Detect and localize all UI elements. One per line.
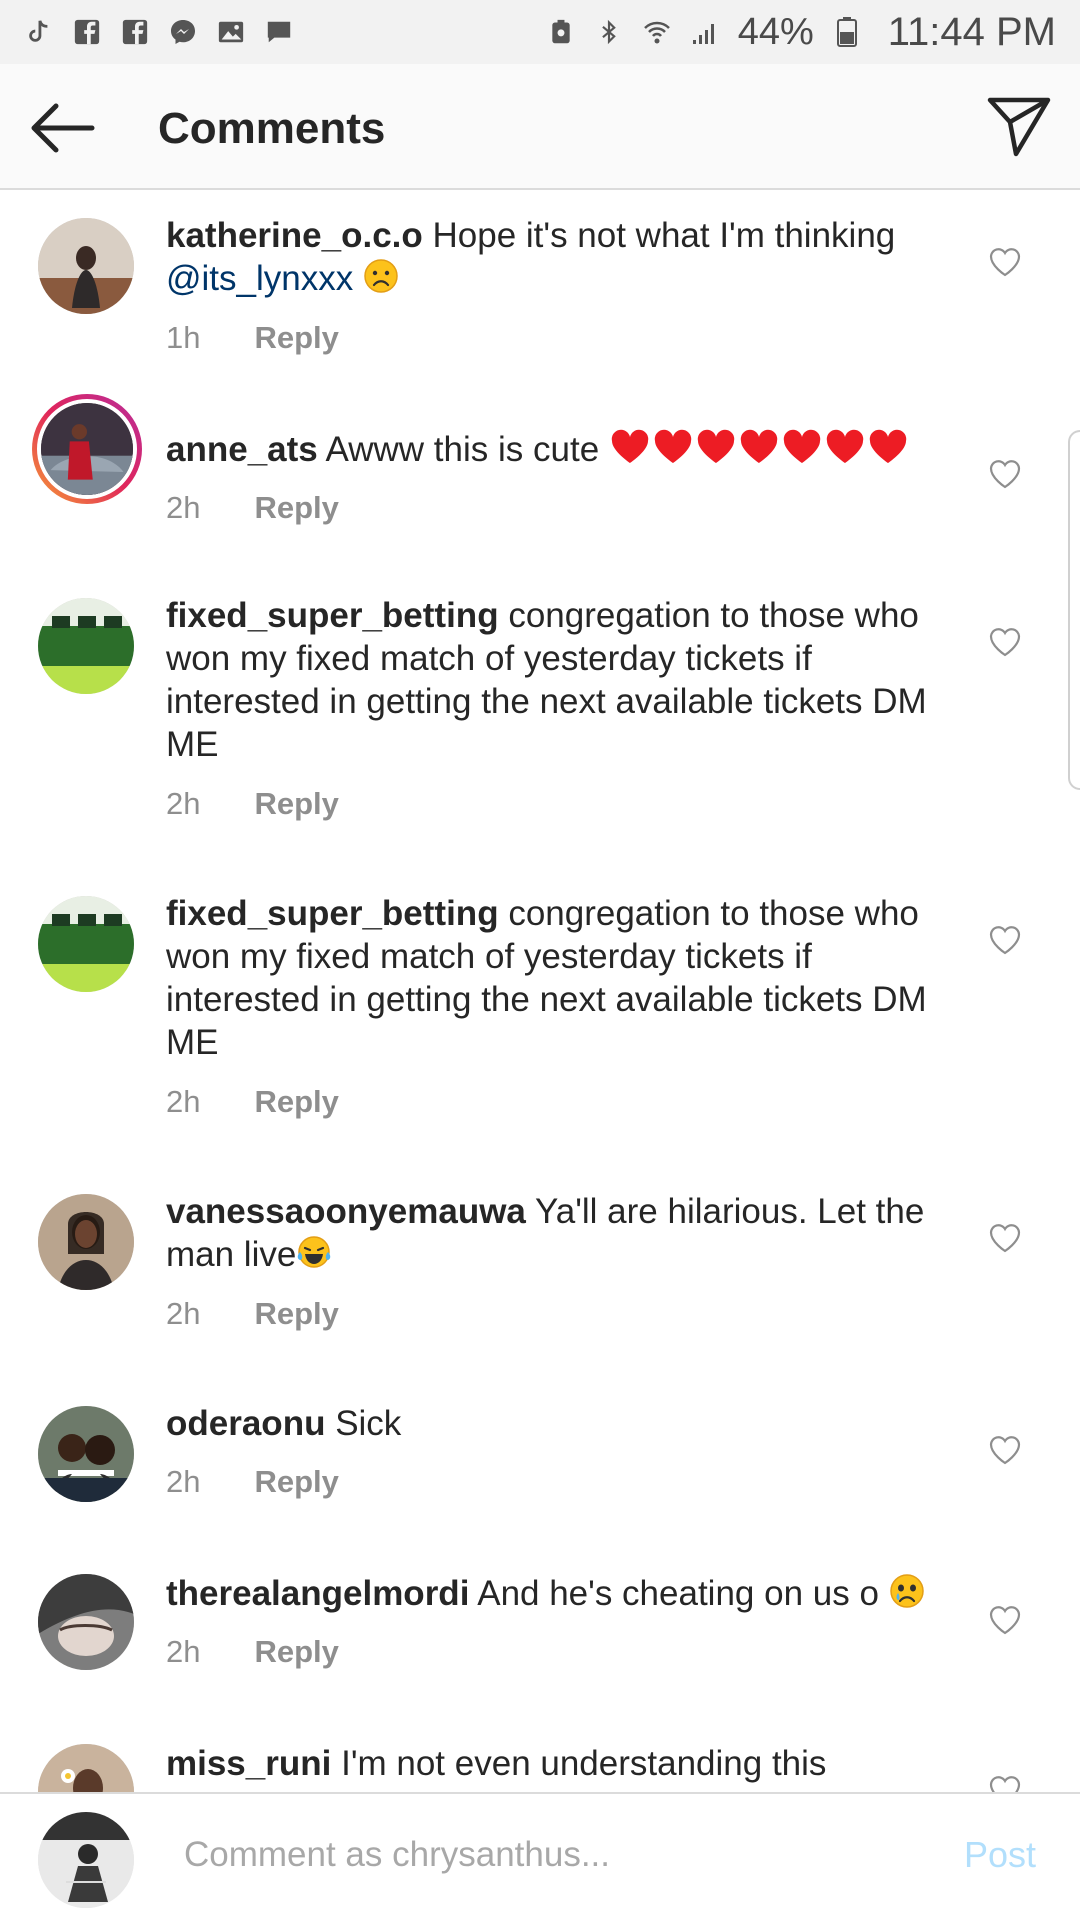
comment-username[interactable]: miss_runi bbox=[166, 1744, 331, 1783]
heart-icon[interactable] bbox=[988, 1604, 1022, 1636]
battery-icon bbox=[832, 17, 862, 47]
comment-meta: 2h Reply bbox=[166, 1464, 339, 1500]
reply-button[interactable]: Reply bbox=[254, 1296, 338, 1332]
avatar[interactable] bbox=[38, 598, 134, 694]
comment-text: oderaonu Sick bbox=[166, 1402, 946, 1445]
comment-time: 2h bbox=[166, 1634, 201, 1669]
reply-button[interactable]: Reply bbox=[254, 1634, 338, 1670]
comment-message: And he's cheating on us o bbox=[477, 1574, 879, 1613]
avatar-image bbox=[37, 399, 137, 499]
avatar[interactable] bbox=[38, 1194, 134, 1290]
comment-message: I'm not even understanding this bbox=[341, 1744, 827, 1783]
back-button[interactable] bbox=[26, 98, 96, 158]
avatar[interactable] bbox=[38, 218, 134, 314]
comment-time: 2h bbox=[166, 1296, 201, 1331]
heart-icon[interactable] bbox=[988, 1222, 1022, 1254]
direct-send-icon bbox=[987, 97, 1051, 157]
post-button[interactable]: Post bbox=[964, 1834, 1036, 1876]
messenger-icon bbox=[168, 17, 198, 47]
avatar-with-story[interactable] bbox=[32, 394, 142, 504]
comment-text: therealangelmordi And he's cheating on u… bbox=[166, 1572, 946, 1619]
facebook-icon bbox=[72, 17, 102, 47]
avatar[interactable] bbox=[38, 1574, 134, 1670]
heart-icon[interactable] bbox=[988, 246, 1022, 278]
current-user-avatar bbox=[38, 1812, 134, 1908]
comment-username[interactable]: therealangelmordi bbox=[166, 1574, 469, 1613]
comment-text: miss_runi I'm not even understanding thi… bbox=[166, 1742, 946, 1785]
bluetooth-icon bbox=[594, 17, 624, 47]
reply-button[interactable]: Reply bbox=[254, 1084, 338, 1120]
battery-percent: 44% bbox=[737, 10, 814, 53]
avatar[interactable] bbox=[38, 1744, 134, 1792]
reply-button[interactable]: Reply bbox=[254, 786, 338, 822]
gallery-icon bbox=[216, 17, 246, 47]
comment-meta: 2h Reply bbox=[166, 786, 339, 822]
comment-username[interactable]: vanessaoonyemauwa bbox=[166, 1192, 526, 1231]
comment-message: Sick bbox=[335, 1404, 402, 1443]
comment-time: 2h bbox=[166, 786, 201, 821]
notification-icons bbox=[24, 17, 294, 47]
message-icon bbox=[264, 17, 294, 47]
tiktok-icon bbox=[24, 17, 54, 47]
heart-icon[interactable] bbox=[988, 1434, 1022, 1466]
comment-time: 2h bbox=[166, 490, 201, 525]
scroll-indicator[interactable] bbox=[1068, 430, 1080, 790]
frowning-face-icon bbox=[363, 258, 399, 304]
comment-text: katherine_o.c.o Hope it's not what I'm t… bbox=[166, 214, 946, 304]
page-title: Comments bbox=[158, 104, 386, 153]
comment-input[interactable] bbox=[184, 1820, 944, 1890]
comment-meta: 2h Reply bbox=[166, 490, 339, 526]
comment-message: Hope it's not what I'm thinking bbox=[432, 216, 896, 255]
heart-icon[interactable] bbox=[988, 1774, 1022, 1792]
reply-button[interactable]: Reply bbox=[254, 490, 338, 526]
comment-text: anne_ats Awww this is cute bbox=[166, 428, 946, 475]
battery-saver-icon bbox=[546, 17, 576, 47]
share-button[interactable] bbox=[986, 92, 1052, 158]
comment-username[interactable]: anne_ats bbox=[166, 430, 318, 469]
system-icons: 44% 11:44 PM bbox=[546, 10, 1056, 55]
comment-text: fixed_super_betting congregation to thos… bbox=[166, 594, 946, 766]
comment-meta: 2h Reply bbox=[166, 1084, 339, 1120]
comment-meta: 1h Reply bbox=[166, 320, 339, 356]
comments-list[interactable]: katherine_o.c.o Hope it's not what I'm t… bbox=[0, 190, 1080, 1792]
heart-icon[interactable] bbox=[988, 458, 1022, 490]
comment-meta: 2h Reply bbox=[166, 1634, 339, 1670]
heart-icon[interactable] bbox=[988, 626, 1022, 658]
comment-text: vanessaoonyemauwa Ya'll are hilarious. L… bbox=[166, 1190, 946, 1280]
back-arrow-icon bbox=[31, 103, 95, 153]
comment-username[interactable]: katherine_o.c.o bbox=[166, 216, 423, 255]
comment-username[interactable]: fixed_super_betting bbox=[166, 596, 499, 635]
red-hearts-icon bbox=[609, 429, 909, 475]
signal-icon bbox=[690, 17, 720, 47]
comment-meta: 2h Reply bbox=[166, 1296, 339, 1332]
comment-username[interactable]: oderaonu bbox=[166, 1404, 325, 1443]
comment-time: 1h bbox=[166, 320, 201, 355]
avatar[interactable] bbox=[38, 1406, 134, 1502]
comment-username[interactable]: fixed_super_betting bbox=[166, 894, 499, 933]
mention-link[interactable]: @its_lynxxx bbox=[166, 259, 353, 298]
wifi-icon bbox=[642, 17, 672, 47]
reply-button[interactable]: Reply bbox=[254, 320, 338, 356]
comment-text: fixed_super_betting congregation to thos… bbox=[166, 892, 946, 1064]
avatar[interactable] bbox=[38, 896, 134, 992]
reply-button[interactable]: Reply bbox=[254, 1464, 338, 1500]
top-bar: Comments bbox=[0, 64, 1080, 190]
status-bar: 44% 11:44 PM bbox=[0, 0, 1080, 64]
tears-of-joy-icon bbox=[296, 1234, 332, 1280]
comment-composer: Post bbox=[0, 1792, 1080, 1920]
crying-face-icon bbox=[889, 1573, 925, 1619]
comment-message: Awww this is cute bbox=[325, 430, 600, 469]
facebook-icon bbox=[120, 17, 150, 47]
heart-icon[interactable] bbox=[988, 924, 1022, 956]
clock: 11:44 PM bbox=[887, 9, 1056, 54]
comment-time: 2h bbox=[166, 1464, 201, 1499]
comment-time: 2h bbox=[166, 1084, 201, 1119]
